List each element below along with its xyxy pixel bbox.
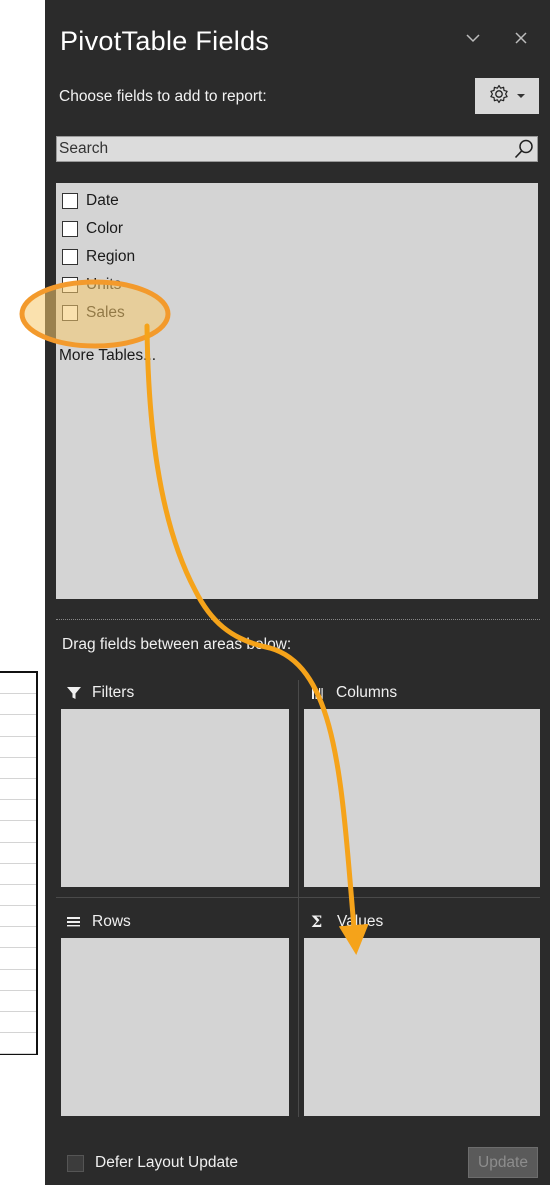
columns-header: Columns	[310, 684, 397, 702]
checkbox[interactable]	[62, 277, 78, 293]
worksheet-fragment	[0, 671, 38, 1055]
pivottable-fields-pane: PivotTable Fields Choose fields to add t…	[45, 0, 550, 1185]
field-label: Date	[86, 192, 119, 209]
splitter[interactable]	[56, 619, 540, 620]
field-label: Units	[86, 276, 122, 293]
search-icon[interactable]	[513, 138, 535, 160]
area-divider	[298, 680, 299, 1117]
pane-title: PivotTable Fields	[60, 26, 270, 56]
field-item-sales[interactable]: Sales	[62, 301, 125, 325]
filter-icon	[66, 685, 82, 701]
caret-down-icon	[516, 87, 526, 105]
columns-drop-zone[interactable]	[304, 709, 540, 887]
tools-button[interactable]	[475, 78, 539, 114]
search-box[interactable]	[56, 136, 538, 162]
checkbox[interactable]	[62, 249, 78, 265]
gear-icon	[488, 83, 510, 110]
columns-icon	[310, 685, 326, 701]
filters-drop-zone[interactable]	[61, 709, 289, 887]
field-item-region[interactable]: Region	[62, 245, 135, 269]
drag-fields-label: Drag fields between areas below:	[62, 636, 292, 653]
rows-label: Rows	[92, 913, 131, 930]
rows-icon	[66, 914, 82, 930]
field-item-color[interactable]: Color	[62, 217, 123, 241]
choose-fields-label: Choose fields to add to report:	[59, 88, 267, 105]
close-icon[interactable]	[510, 28, 532, 50]
values-header: Σ Values	[311, 913, 383, 931]
values-drop-zone[interactable]	[304, 938, 540, 1116]
filters-label: Filters	[92, 684, 135, 701]
area-divider	[56, 897, 540, 898]
update-button[interactable]: Update	[468, 1147, 538, 1178]
sigma-icon: Σ	[311, 912, 323, 931]
checkbox[interactable]	[62, 221, 78, 237]
defer-checkbox[interactable]	[67, 1154, 84, 1172]
field-label: Region	[86, 248, 136, 265]
columns-label: Columns	[336, 684, 398, 701]
values-label: Values	[337, 913, 384, 930]
defer-layout-update[interactable]: Defer Layout Update	[67, 1154, 238, 1172]
more-tables-link[interactable]: More Tables...	[59, 347, 156, 365]
checkbox[interactable]	[62, 305, 78, 321]
field-list: Date Color Region Units Sales More Table…	[56, 183, 538, 599]
field-item-date[interactable]: Date	[62, 189, 119, 213]
rows-drop-zone[interactable]	[61, 938, 289, 1116]
filters-header: Filters	[66, 684, 134, 702]
field-label: Sales	[86, 304, 125, 321]
search-input[interactable]	[57, 137, 499, 161]
checkbox[interactable]	[62, 193, 78, 209]
field-label: Color	[86, 220, 124, 237]
defer-label: Defer Layout Update	[95, 1154, 239, 1171]
chevron-down-icon[interactable]	[462, 28, 484, 50]
field-item-units[interactable]: Units	[62, 273, 121, 297]
rows-header: Rows	[66, 913, 131, 931]
